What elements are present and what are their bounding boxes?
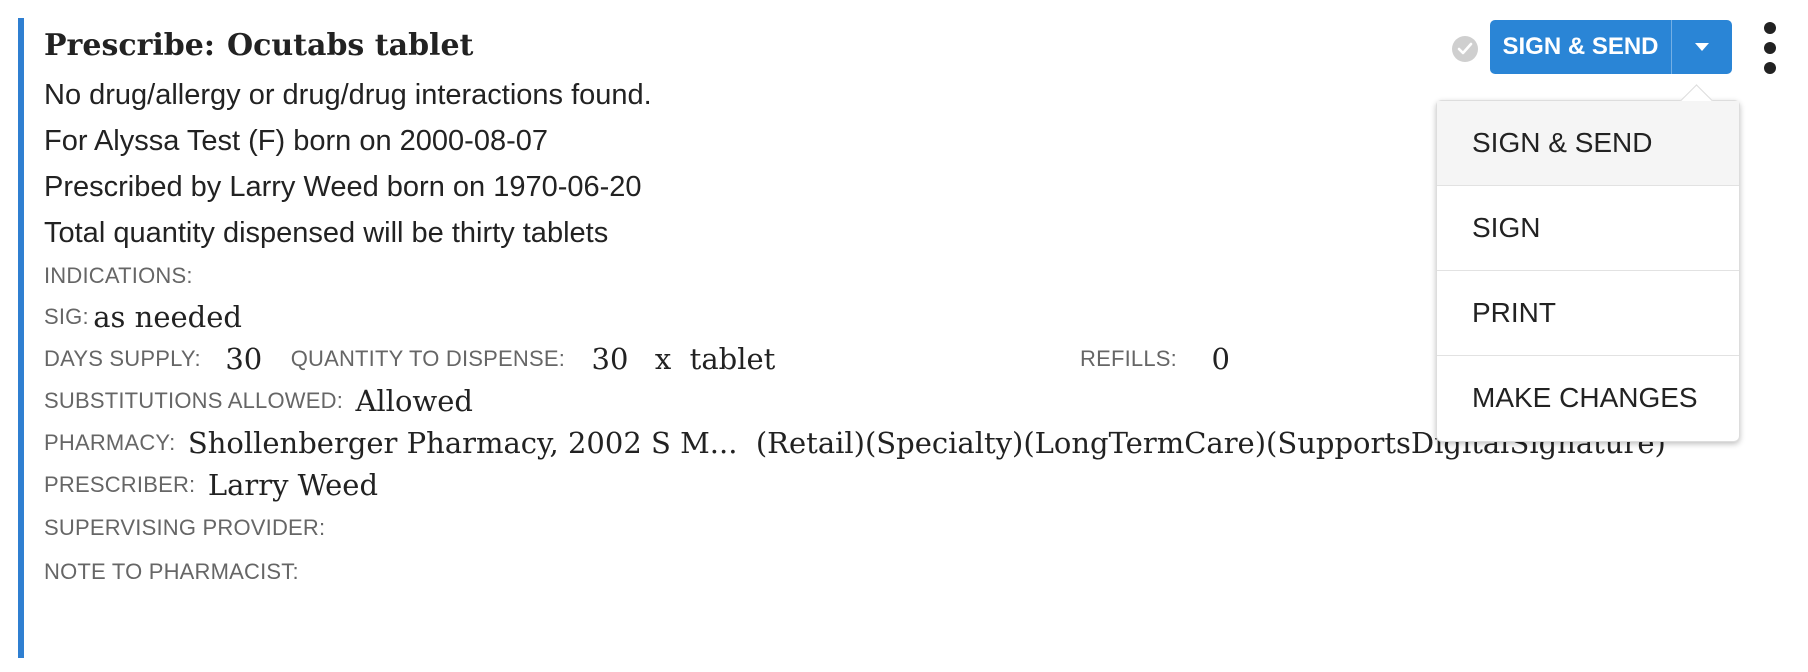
sign-options-menu: SIGN & SEND SIGN PRINT MAKE CHANGES: [1436, 84, 1740, 442]
days-supply-label: DAYS SUPPLY:: [44, 346, 201, 371]
prescriber-summary: Prescribed by Larry Weed born on 1970-06…: [44, 171, 642, 203]
menu-item-sign[interactable]: SIGN: [1437, 186, 1739, 271]
refills-label: REFILLS:: [1080, 346, 1177, 371]
indications-row: INDICATIONS:: [44, 256, 1344, 296]
prescriber-value[interactable]: Larry Weed: [208, 468, 378, 502]
title-drug: Ocutabs tablet: [226, 28, 474, 63]
sig-row: SIG: as needed: [44, 296, 1344, 338]
menu-item-make-changes[interactable]: MAKE CHANGES: [1437, 356, 1739, 440]
supervising-row: SUPERVISING PROVIDER:: [44, 506, 1344, 550]
note-label: NOTE TO PHARMACIST:: [44, 559, 299, 584]
prescriber-label: PRESCRIBER:: [44, 472, 196, 497]
supervising-label: SUPERVISING PROVIDER:: [44, 515, 326, 540]
kebab-icon[interactable]: [1760, 22, 1780, 74]
pharmacy-label: PHARMACY:: [44, 430, 176, 455]
caret-down-icon[interactable]: [1672, 20, 1732, 74]
page-title: Prescribe: Ocutabs tablet: [44, 28, 1344, 72]
quantity-summary: Total quantity dispensed will be thirty …: [44, 217, 609, 249]
sign-send-split-button: SIGN & SEND: [1490, 20, 1732, 74]
substitutions-value[interactable]: Allowed: [355, 384, 473, 418]
refills-value[interactable]: 0: [1211, 342, 1229, 376]
supply-row: DAYS SUPPLY: 30 QUANTITY TO DISPENSE: 30…: [44, 338, 1344, 380]
menu-item-print[interactable]: PRINT: [1437, 271, 1739, 356]
left-accent-bar: [18, 18, 24, 658]
substitutions-label: SUBSTITUTIONS ALLOWED:: [44, 388, 344, 413]
indications-label: INDICATIONS:: [44, 263, 193, 288]
sig-value[interactable]: as needed: [93, 300, 242, 334]
prescriber-row: PRESCRIBER: Larry Weed: [44, 464, 1344, 506]
prescription-panel: Prescribe: Ocutabs tablet No drug/allergy…: [44, 20, 1666, 594]
quantity-unit: x tablet: [654, 342, 776, 376]
note-row: NOTE TO PHARMACIST:: [44, 550, 1344, 594]
days-supply-value[interactable]: 30: [225, 342, 262, 376]
patient-summary: For Alyssa Test (F) born on 2000-08-07: [44, 125, 548, 157]
check-circle-icon: [1452, 36, 1478, 62]
quantity-value[interactable]: 30: [592, 342, 629, 376]
quantity-label: QUANTITY TO DISPENSE:: [290, 346, 566, 371]
pharmacy-row: PHARMACY: Shollenberger Pharmacy, 2002 S…: [44, 422, 1666, 464]
substitutions-row: SUBSTITUTIONS ALLOWED: Allowed: [44, 380, 1344, 422]
menu-item-sign-send[interactable]: SIGN & SEND: [1437, 101, 1739, 186]
sig-label: SIG:: [44, 304, 89, 329]
title-prefix: Prescribe:: [44, 28, 215, 63]
sign-send-button[interactable]: SIGN & SEND: [1490, 20, 1672, 74]
interaction-summary: No drug/allergy or drug/drug interaction…: [44, 79, 652, 111]
